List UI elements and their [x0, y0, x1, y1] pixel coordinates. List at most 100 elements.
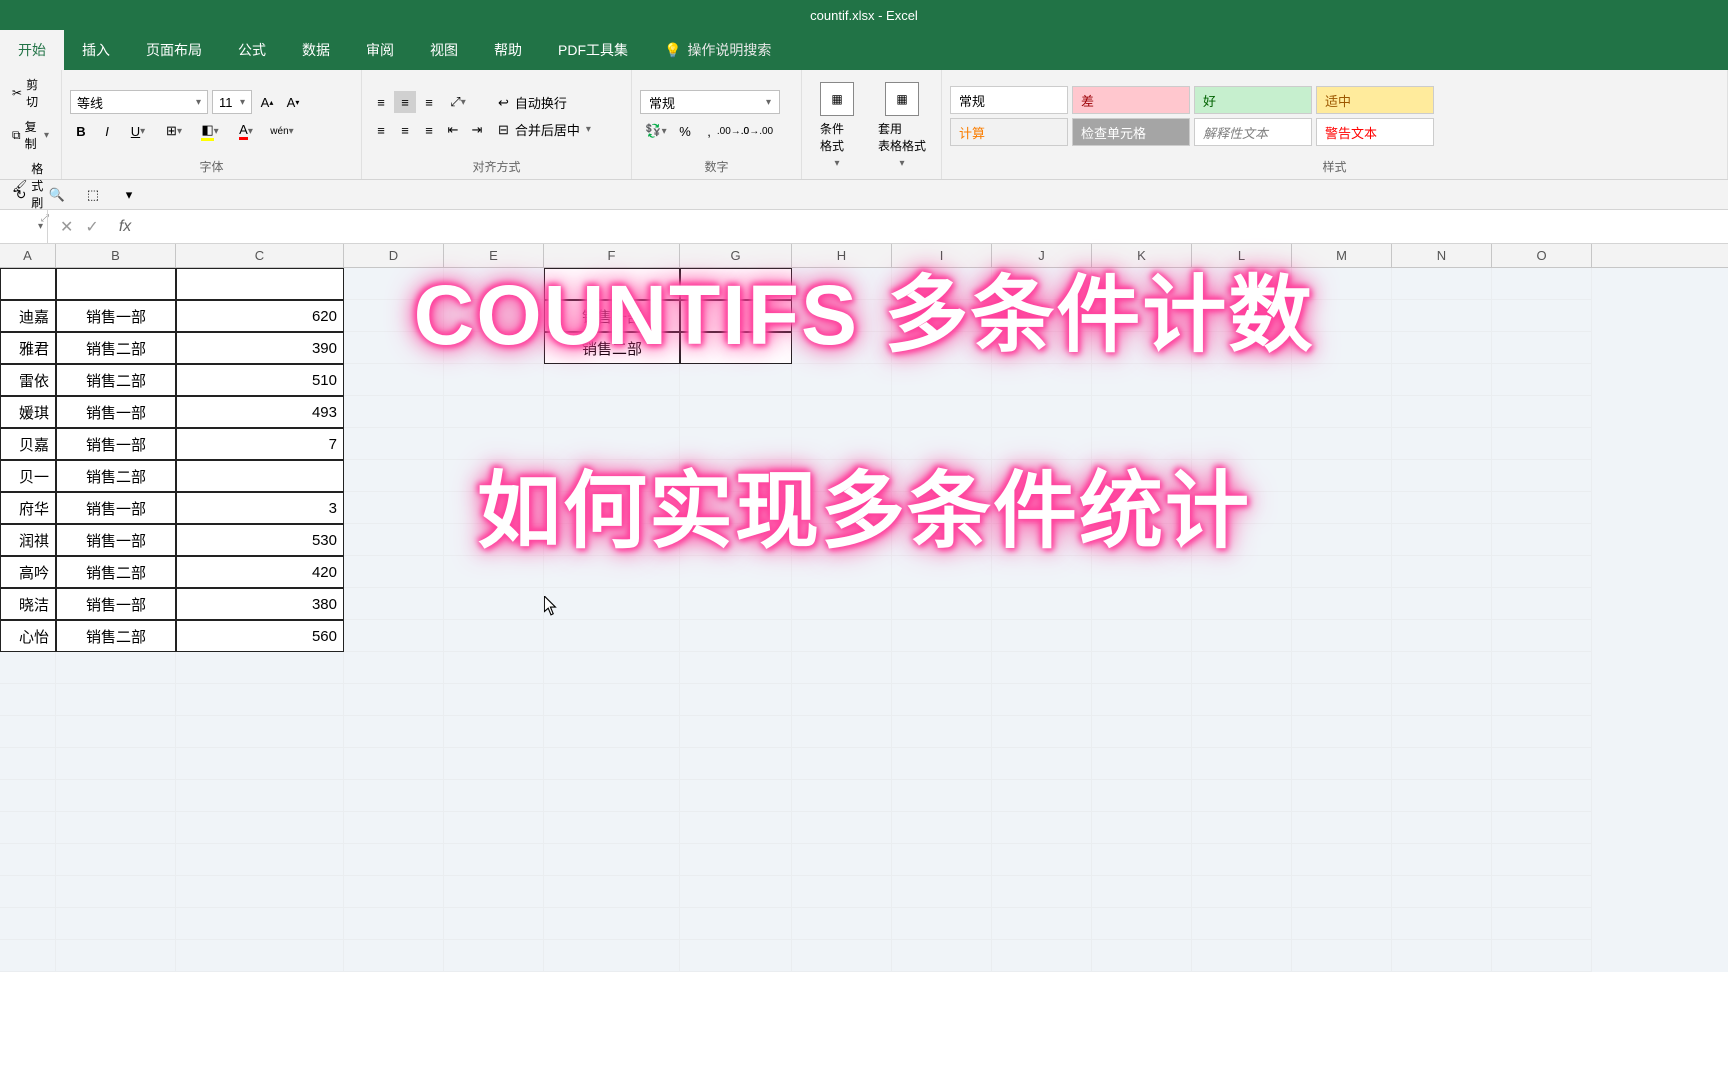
cell[interactable]	[680, 332, 792, 364]
cell[interactable]	[1492, 620, 1592, 652]
column-header-B[interactable]: B	[56, 244, 176, 267]
cell[interactable]	[344, 908, 444, 940]
cell[interactable]	[792, 684, 892, 716]
cell[interactable]	[892, 588, 992, 620]
cell[interactable]	[1492, 332, 1592, 364]
cell-style-option[interactable]: 适中	[1316, 86, 1434, 114]
cell[interactable]	[892, 396, 992, 428]
cell[interactable]	[892, 268, 992, 300]
cell[interactable]	[1192, 524, 1292, 556]
cell[interactable]	[1092, 460, 1192, 492]
cell[interactable]	[1192, 460, 1292, 492]
cell[interactable]	[792, 844, 892, 876]
align-left-button[interactable]: ≡	[370, 119, 392, 141]
cell[interactable]	[1092, 524, 1192, 556]
cell[interactable]: 420	[176, 556, 344, 588]
column-header-C[interactable]: C	[176, 244, 344, 267]
font-name-select[interactable]: 等线▾	[70, 90, 208, 114]
underline-button[interactable]: U▾	[122, 120, 154, 142]
cell[interactable]	[1392, 716, 1492, 748]
cell[interactable]	[1492, 460, 1592, 492]
tab-data[interactable]: 数据	[284, 30, 348, 70]
cell[interactable]	[792, 396, 892, 428]
cell[interactable]	[1392, 300, 1492, 332]
column-header-G[interactable]: G	[680, 244, 792, 267]
cell[interactable]	[1292, 780, 1392, 812]
cell[interactable]	[56, 716, 176, 748]
cell[interactable]	[1292, 588, 1392, 620]
cell[interactable]	[1292, 716, 1392, 748]
enter-formula-button[interactable]: ✓	[85, 217, 98, 237]
column-header-A[interactable]: A	[0, 244, 56, 267]
cell[interactable]	[344, 428, 444, 460]
cell[interactable]	[444, 876, 544, 908]
cell[interactable]	[544, 716, 680, 748]
cell[interactable]	[1392, 844, 1492, 876]
cell[interactable]	[444, 748, 544, 780]
cell[interactable]	[1292, 300, 1392, 332]
cell[interactable]	[1392, 908, 1492, 940]
cell[interactable]	[344, 524, 444, 556]
cell[interactable]	[1192, 940, 1292, 972]
cell[interactable]	[1292, 940, 1392, 972]
cell[interactable]	[544, 620, 680, 652]
cell[interactable]	[1292, 428, 1392, 460]
cell[interactable]	[792, 428, 892, 460]
cell[interactable]	[444, 492, 544, 524]
cell[interactable]	[56, 812, 176, 844]
cell[interactable]	[992, 428, 1092, 460]
cell[interactable]	[344, 652, 444, 684]
merge-center-button[interactable]: ⊟合并后居中▾	[492, 118, 597, 141]
cell[interactable]	[1092, 908, 1192, 940]
cell[interactable]	[544, 460, 680, 492]
cell[interactable]	[992, 716, 1092, 748]
cell[interactable]: 务笔数	[680, 268, 792, 300]
cell[interactable]	[344, 844, 444, 876]
cell[interactable]	[1092, 364, 1192, 396]
decrease-indent-button[interactable]: ⇤	[442, 119, 464, 141]
cell[interactable]: 销售一部	[56, 428, 176, 460]
cell[interactable]	[544, 908, 680, 940]
tab-view[interactable]: 视图	[412, 30, 476, 70]
cell[interactable]	[1292, 556, 1392, 588]
cell[interactable]	[680, 620, 792, 652]
cell[interactable]	[680, 396, 792, 428]
cell[interactable]	[892, 812, 992, 844]
cell[interactable]	[1192, 396, 1292, 428]
cell[interactable]	[544, 684, 680, 716]
font-size-select[interactable]: 11▾	[212, 90, 252, 114]
cell[interactable]	[1092, 780, 1192, 812]
cell[interactable]: 高吟	[0, 556, 56, 588]
cell[interactable]	[444, 332, 544, 364]
cell[interactable]	[892, 652, 992, 684]
cell[interactable]	[1492, 268, 1592, 300]
cell[interactable]	[444, 620, 544, 652]
format-as-table-button[interactable]: ▦ 套用 表格格式▾	[868, 78, 936, 173]
cell[interactable]	[792, 268, 892, 300]
cell[interactable]	[444, 812, 544, 844]
cell[interactable]	[444, 268, 544, 300]
borders-button[interactable]: ⊞▾	[158, 120, 190, 142]
cell[interactable]	[680, 460, 792, 492]
cell[interactable]	[1492, 524, 1592, 556]
cell-style-option[interactable]: 警告文本	[1316, 118, 1434, 146]
cell[interactable]	[1192, 844, 1292, 876]
cell[interactable]: 迪嘉	[0, 300, 56, 332]
cell[interactable]	[892, 300, 992, 332]
column-header-H[interactable]: H	[792, 244, 892, 267]
cell[interactable]	[1292, 908, 1392, 940]
redo-button[interactable]: ↻	[10, 184, 32, 206]
cell[interactable]	[444, 908, 544, 940]
cell[interactable]	[992, 588, 1092, 620]
cell[interactable]	[1192, 268, 1292, 300]
cell[interactable]	[544, 940, 680, 972]
cell[interactable]	[992, 844, 1092, 876]
cell[interactable]	[56, 940, 176, 972]
cell[interactable]	[56, 780, 176, 812]
cell[interactable]: 380	[176, 588, 344, 620]
cell[interactable]	[1492, 876, 1592, 908]
cell[interactable]	[444, 300, 544, 332]
cell[interactable]	[892, 940, 992, 972]
cell[interactable]	[344, 396, 444, 428]
cell[interactable]	[544, 428, 680, 460]
